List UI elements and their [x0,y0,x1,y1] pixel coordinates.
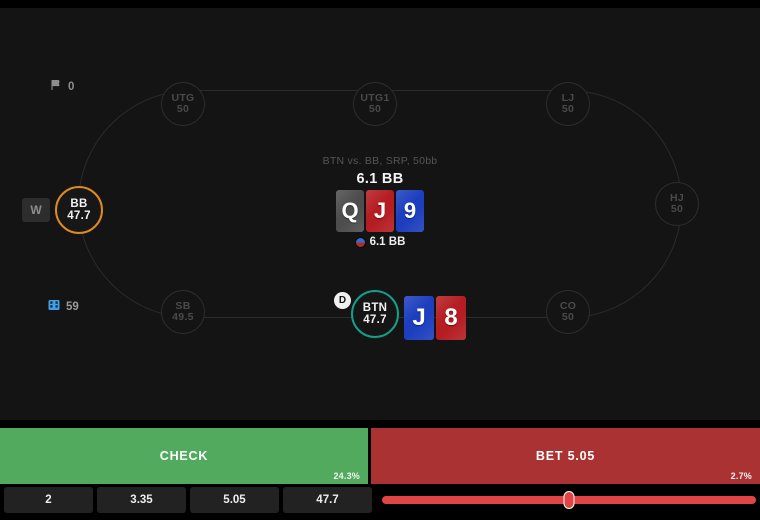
seat-stack-value: 47.7 [363,314,387,326]
bet-size-label: 47.7 [316,494,339,506]
seat-sb[interactable]: SB 49.5 [161,290,205,334]
bet-button[interactable]: BET 5.05 2.7% [371,428,760,484]
bet-size-label: 3.35 [130,494,153,506]
card-rank: 9 [403,198,417,223]
slider-thumb[interactable] [563,491,575,509]
board-card-1: Q [336,190,364,232]
flag-count-value: 0 [68,81,75,93]
hero-card-2: 8 [436,296,466,340]
hands-count-value: 59 [66,301,79,313]
hero-hole-cards: J 8 [404,296,466,340]
seat-utg[interactable]: UTG 50 [161,82,205,126]
action-bar: CHECK 24.3% BET 5.05 2.7% [0,428,760,484]
bet-size-button-2[interactable]: 3.35 [97,487,186,513]
bet-size-button-4[interactable]: 47.7 [283,487,372,513]
seat-position-label: BTN [362,301,388,314]
board-card-3: 9 [396,190,424,232]
pot-display: 6.1 BB [0,236,760,248]
pot-size-top: 6.1 BB [356,171,404,187]
card-rank: Q [341,198,359,223]
bet-size-bar: 2 3.35 5.05 47.7 [0,487,760,513]
pot-size-bottom: 6.1 BB [369,236,406,248]
poker-trainer-app: 0 59 W UTG 50 UTG1 50 LJ 50 HJ 50 CO 50 … [0,0,760,520]
hero-card-1: J [404,296,434,340]
scenario-label: BTN vs. BB, SRP, 50bb [322,155,438,167]
dealer-button-label: D [338,295,347,306]
table-center: BTN vs. BB, SRP, 50bb 6.1 BB Q J 9 6.1 B… [0,8,760,420]
seat-utg1[interactable]: UTG1 50 [353,82,397,126]
board-cards: Q J 9 [0,190,760,232]
bet-frequency: 2.7% [730,471,752,481]
check-button[interactable]: CHECK 24.3% [0,428,368,484]
weight-badge-label: W [30,203,42,217]
seat-stack-value: 50 [368,103,382,115]
card-rank: J [373,198,387,223]
bet-size-label: 2 [45,494,52,506]
bet-size-slider[interactable] [382,487,756,513]
weight-badge[interactable]: W [22,198,50,222]
poker-chip-icon [354,236,366,248]
seat-stack-value: 49.5 [172,311,194,323]
seat-stack-value: 50 [561,311,575,323]
flag-counter[interactable]: 0 [50,78,74,96]
poker-table-felt: 0 59 W UTG 50 UTG1 50 LJ 50 HJ 50 CO 50 … [0,8,760,420]
board-card-2: J [366,190,394,232]
seat-stack-value: 50 [561,103,575,115]
hands-counter[interactable]: 59 [48,298,79,316]
card-rank: 8 [444,304,458,331]
check-button-label: CHECK [159,449,209,463]
bet-size-button-1[interactable]: 2 [4,487,93,513]
check-frequency: 24.3% [333,471,360,481]
seat-lj[interactable]: LJ 50 [546,82,590,126]
seat-stack-value: 50 [176,103,190,115]
dealer-button: D [334,292,351,309]
card-rank: J [412,304,426,331]
seat-co[interactable]: CO 50 [546,290,590,334]
seat-btn-hero[interactable]: BTN 47.7 [351,290,399,338]
bet-size-button-3[interactable]: 5.05 [190,487,279,513]
bet-button-label: BET 5.05 [535,449,596,463]
film-strip-icon [48,298,60,316]
flag-icon [50,78,62,96]
bet-size-label: 5.05 [223,494,246,506]
